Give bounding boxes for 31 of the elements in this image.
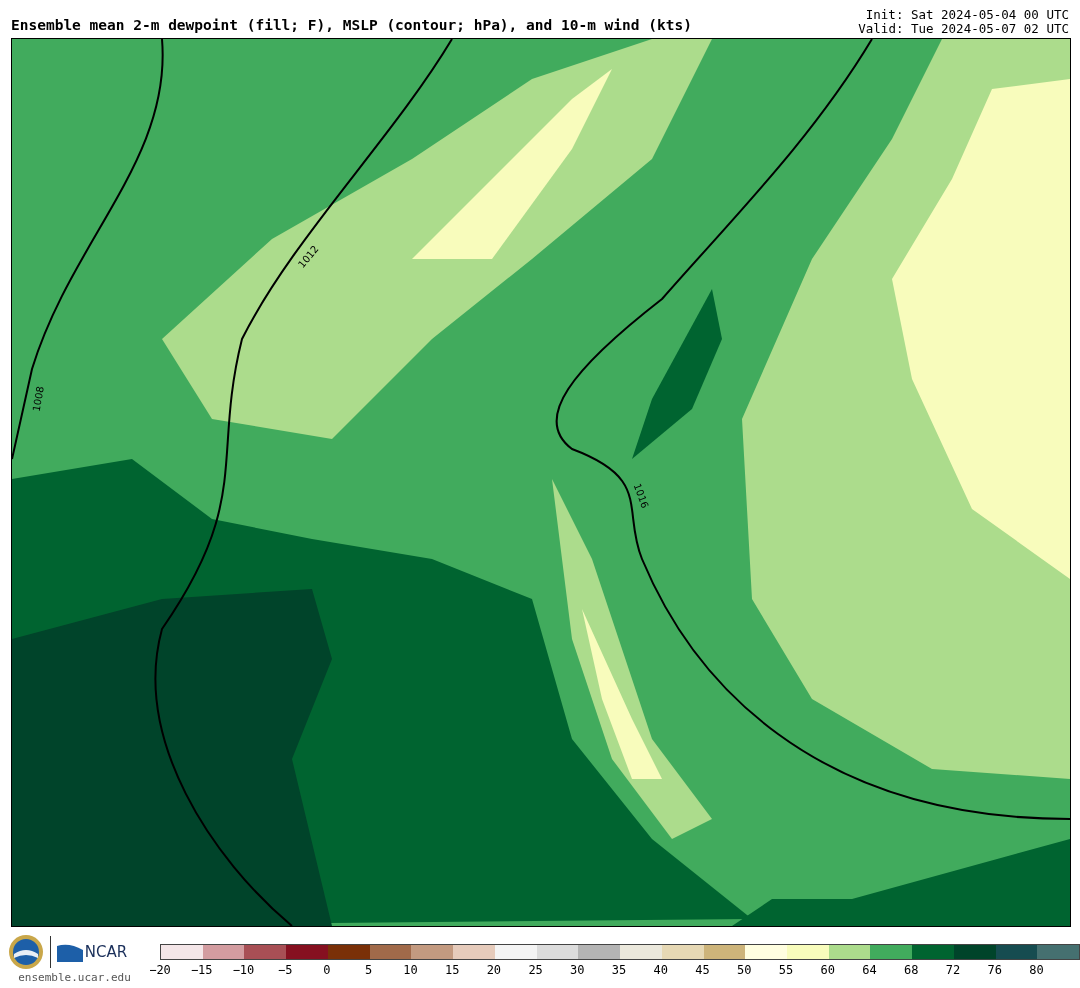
colorbar-label: 25 (528, 963, 543, 977)
colorbar-label: −10 (232, 963, 255, 977)
colorbar-label: 30 (570, 963, 585, 977)
colorbar-label: 50 (737, 963, 752, 977)
website-url: ensemble.ucar.edu (18, 971, 131, 984)
logo-text: NCAR (84, 943, 128, 961)
colorbar-label: 64 (862, 963, 877, 977)
contour-label: 1016 (631, 482, 650, 511)
ncar-logo-icon (56, 942, 83, 962)
chart-title: Ensemble mean 2-m dewpoint (fill; F), MSLP (contour; hPa), and 10-m wind (kts) (11, 17, 692, 35)
colorbar-label: 68 (904, 963, 919, 977)
colorbar-label: 40 (653, 963, 669, 977)
colorbar-label: −5 (278, 963, 293, 977)
colorbar-label: 20 (486, 963, 502, 977)
colorbar-label: 10 (403, 963, 418, 977)
colorbar-label: 55 (778, 963, 794, 977)
valid-time: Valid: Tue 2024-05-07 02 UTC (858, 22, 1069, 36)
init-time: Init: Sat 2024-05-04 00 UTC (865, 8, 1069, 22)
colorbar-label: 15 (444, 963, 460, 977)
colorbar-label: 35 (611, 963, 627, 977)
colorbar-label: 60 (820, 963, 835, 977)
colorbar-label: 80 (1029, 963, 1044, 977)
globe-logo-icon (7, 934, 44, 970)
colorbar-label: 76 (987, 963, 1002, 977)
contour-label: 1008 (31, 385, 46, 413)
colorbar-label: −20 (149, 963, 171, 977)
colorbar-label: 5 (365, 963, 373, 977)
colorbar-label: 72 (945, 963, 961, 977)
colorbar-label: 45 (695, 963, 710, 977)
colorbar-label: 0 (323, 963, 331, 977)
colorbar-label: −15 (190, 963, 213, 977)
